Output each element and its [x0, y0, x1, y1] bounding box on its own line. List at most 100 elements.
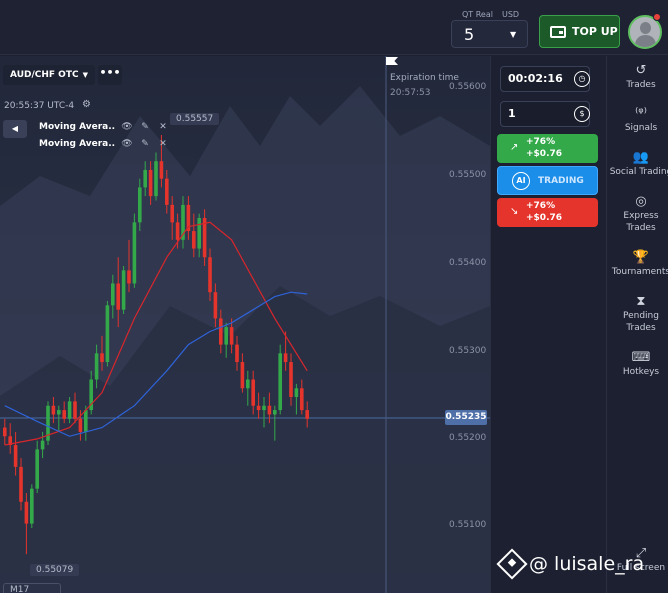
chart-canvas[interactable] [0, 56, 490, 593]
bearish-candle [170, 204, 174, 223]
bearish-candle [3, 427, 7, 437]
price-chart[interactable] [0, 56, 490, 593]
ai-trading-label: TRADING [538, 176, 584, 186]
history-icon: ↺ [635, 63, 647, 78]
bearish-candle [116, 283, 120, 310]
account-type: QT Real [462, 10, 493, 19]
sidebar-item-signals[interactable]: ⁽ᵠ⁾ Signals [606, 106, 668, 134]
bullish-candle [57, 410, 61, 415]
bearish-candle [240, 362, 245, 389]
pencil-icon[interactable]: ✎ [139, 122, 151, 132]
bearish-candle [289, 362, 293, 397]
binance-logo-icon [496, 548, 528, 580]
bearish-candle [267, 405, 272, 415]
top-up-button[interactable]: TOP UP [539, 15, 620, 48]
ai-badge: AI [512, 172, 530, 190]
close-icon[interactable]: ✕ [157, 122, 169, 132]
collapse-indicators-button[interactable]: ◀ [3, 120, 27, 138]
expiration-time: 20:57:53 [390, 88, 431, 98]
bearish-candle [127, 270, 131, 284]
avatar-body [635, 35, 656, 47]
eye-icon[interactable]: 👁 [121, 139, 133, 149]
bullish-candle [197, 217, 201, 249]
sidebar-item-express-trades[interactable]: ◎ Express Trades [606, 194, 668, 234]
bearish-candle [78, 418, 83, 432]
bullish-candle [67, 401, 72, 419]
bullish-candle [138, 187, 142, 223]
bullish-candle [30, 488, 34, 524]
bullish-candle [294, 388, 299, 397]
bullish-candle [40, 440, 45, 450]
bearish-candle [148, 169, 153, 197]
sidebar-item-pending-trades[interactable]: ⧗ Pending Trades [606, 294, 668, 334]
bearish-candle [213, 292, 218, 319]
asset-selector[interactable]: AUD/CHF OTC ▼ [3, 65, 95, 85]
buy-payout-amount: +$0.76 [526, 149, 563, 159]
bearish-candle [175, 222, 180, 240]
clock-icon[interactable]: ◷ [574, 71, 590, 87]
bearish-candle [24, 501, 29, 524]
bullish-candle [278, 353, 282, 411]
bearish-candle [256, 405, 261, 411]
price-tick: 0.55400 [449, 258, 487, 268]
current-price-badge: 0.55235 [445, 410, 487, 425]
indicator-name: Moving Avera... [39, 139, 115, 149]
ai-trading-button[interactable]: AI TRADING [497, 166, 598, 195]
sidebar-item-tournaments[interactable]: 🏆 Tournaments [606, 250, 668, 278]
bearish-candle [62, 410, 66, 419]
sidebar-item-social-trading[interactable]: 👥 Social Trading [606, 150, 668, 178]
sell-button[interactable]: ↘ +76% +$0.76 [497, 198, 598, 227]
account-balance: 5 [464, 25, 475, 44]
bullish-candle [94, 353, 99, 380]
buy-button[interactable]: ↗ +76% +$0.76 [497, 134, 598, 163]
price-tick: 0.55100 [449, 520, 487, 530]
pencil-icon[interactable]: ✎ [139, 139, 151, 149]
bearish-candle [283, 353, 288, 363]
bearish-candle [51, 405, 56, 415]
sidebar-item-trades[interactable]: ↺ Trades [606, 63, 668, 91]
low-price-label: 0.55079 [30, 564, 80, 576]
price-tick: 0.55500 [449, 170, 487, 180]
keyboard-icon: ⌨ [631, 350, 651, 365]
high-price-label: 0.55557 [170, 113, 220, 125]
account-selector[interactable]: QT Real USD 5 ▼ [451, 6, 528, 48]
dollar-icon[interactable]: $ [574, 106, 590, 122]
bearish-candle [229, 327, 234, 345]
balance-box[interactable]: 5 ▼ [451, 20, 528, 48]
trophy-icon: 🏆 [632, 250, 650, 265]
notification-dot [653, 13, 661, 21]
bullish-candle [105, 305, 110, 363]
account-currency: USD [502, 10, 520, 19]
bullish-candle [35, 449, 39, 489]
bearish-candle [251, 379, 255, 406]
indicator-name: Moving Avera... [39, 122, 115, 132]
trading-app: Expiration time 20:57:53 AUD/CHF OTC ▼ •… [0, 0, 668, 593]
sell-payout-percent: +76% [526, 201, 556, 211]
bullish-candle [132, 222, 137, 284]
buy-payout-percent: +76% [526, 137, 556, 147]
indicator-row: Moving Avera... 👁 ✎ ✕ [39, 121, 169, 133]
bearish-candle [13, 445, 18, 467]
bearish-candle [73, 401, 77, 419]
bullish-candle [143, 169, 147, 188]
bearish-candle [219, 318, 223, 345]
price-tick: 0.55300 [449, 346, 487, 356]
bearish-candle [235, 344, 239, 363]
timeframe-badge[interactable]: M17 [3, 583, 61, 593]
arrow-down-right-icon: ↘ [510, 206, 519, 217]
bullish-candle [121, 270, 126, 310]
sidebar-item-hotkeys[interactable]: ⌨ Hotkeys [606, 350, 668, 378]
price-tick: 0.55200 [449, 433, 487, 443]
bullish-candle [273, 410, 277, 415]
more-options-button[interactable]: ••• [98, 65, 122, 85]
bearish-candle [208, 257, 212, 293]
bearish-candle [19, 466, 23, 502]
close-icon[interactable]: ✕ [157, 139, 169, 149]
eye-icon[interactable]: 👁 [121, 122, 133, 132]
hourglass-icon: ⧗ [636, 294, 646, 309]
bearish-candle [159, 161, 164, 179]
gear-icon[interactable]: ⚙ [82, 99, 91, 110]
bullish-candle [111, 283, 115, 306]
bullish-candle [154, 161, 158, 197]
watermark-text: @ luisale_ra [529, 553, 645, 575]
